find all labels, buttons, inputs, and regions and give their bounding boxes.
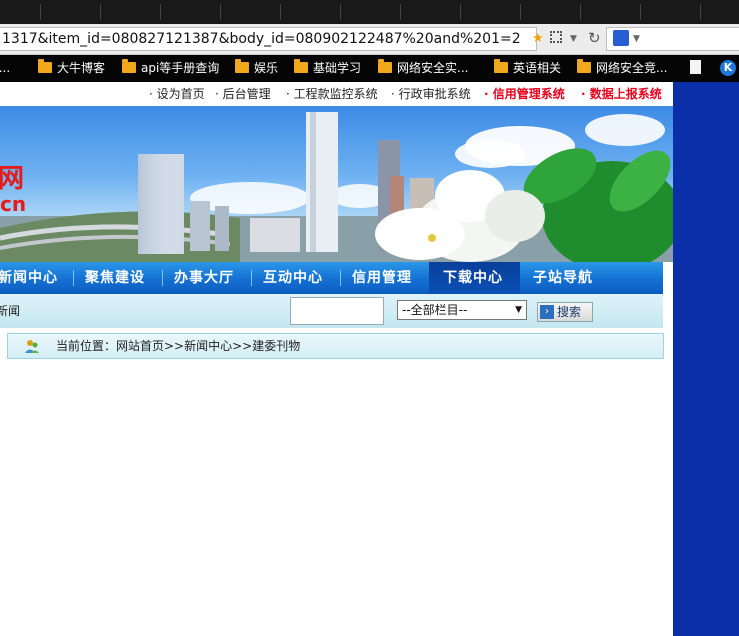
nav-item-subsites[interactable]: 子站导航 xyxy=(533,262,593,294)
banner-illustration xyxy=(0,112,673,262)
site-banner: 网 cn xyxy=(0,106,673,262)
bookmark-item[interactable]: 娱乐 xyxy=(235,59,278,77)
bookmark-item[interactable]: api等手册查询 xyxy=(122,59,219,77)
reload-icon[interactable]: ↻ xyxy=(588,30,601,46)
page-icon[interactable] xyxy=(690,60,701,74)
news-label[interactable]: 新闻 xyxy=(0,303,20,319)
column-select[interactable]: --全部栏目-- ▼ xyxy=(397,300,527,320)
nav-item-downloads[interactable]: 下载中心 xyxy=(443,262,503,294)
banner-logo-fragment: 网 xyxy=(0,164,25,194)
nav-item-interaction[interactable]: 互动中心 xyxy=(263,262,323,294)
right-side-panel xyxy=(673,82,739,636)
folder-icon xyxy=(122,59,136,73)
folder-icon xyxy=(235,59,249,73)
browser-tab-strip xyxy=(0,0,739,24)
top-link-row: · 设为首页 · 后台管理 · 工程款监控系统 · 行政审批系统 · 信用管理系… xyxy=(0,82,673,106)
browser-address-bar: 1317&item_id=080827121387&body_id=080902… xyxy=(0,24,739,55)
folder-icon xyxy=(294,59,308,73)
chevron-down-icon[interactable]: ▼ xyxy=(633,31,640,47)
folder-icon xyxy=(38,59,52,73)
search-button[interactable]: › 搜索 xyxy=(537,302,593,322)
data-report-link[interactable]: · 数据上报系统 xyxy=(581,86,662,102)
bookmark-item[interactable]: 网络安全实... xyxy=(378,59,468,77)
bookmarks-bar: t... 大牛博客 api等手册查询 娱乐 基础学习 网络安全实... 英语相关… xyxy=(0,55,739,82)
search-row: 新闻 --全部栏目-- ▼ › 搜索 xyxy=(0,294,663,328)
bookmark-partial[interactable]: t... xyxy=(0,60,10,77)
star-icon[interactable]: ★ xyxy=(532,31,544,47)
folder-icon xyxy=(378,59,392,73)
breadcrumb: 当前位置：网站首页>>新闻中心>>建委刊物 xyxy=(7,333,664,359)
folder-icon xyxy=(494,59,508,73)
banner-logo-domain: cn xyxy=(0,192,27,216)
nav-item-credit[interactable]: 信用管理 xyxy=(352,262,412,294)
search-input[interactable] xyxy=(290,297,384,325)
breadcrumb-text: 当前位置：网站首页>>新闻中心>>建委刊物 xyxy=(56,339,301,353)
bookmark-item[interactable]: 英语相关 xyxy=(494,59,561,77)
dropdown-arrow-icon[interactable]: ▼ xyxy=(570,31,577,47)
search-engine-box[interactable]: 🐾 ▼ xyxy=(606,27,739,51)
credit-system-link[interactable]: · 信用管理系统 xyxy=(484,86,565,102)
main-navigation: 新闻中心 聚焦建设 办事大厅 互动中心 信用管理 下载中心 子站导航 xyxy=(0,262,663,294)
nav-item-service-hall[interactable]: 办事大厅 xyxy=(174,262,234,294)
bookmark-item[interactable]: 网络安全竞... xyxy=(577,59,667,77)
admin-approval-link[interactable]: · 行政审批系统 xyxy=(391,86,471,102)
bookmark-item[interactable]: 基础学习 xyxy=(294,59,361,77)
admin-link[interactable]: · 后台管理 xyxy=(215,86,271,102)
arrow-right-icon: › xyxy=(540,305,554,319)
project-monitor-link[interactable]: · 工程款监控系统 xyxy=(286,86,378,102)
chevron-down-icon: ▼ xyxy=(515,305,522,315)
nav-item-news[interactable]: 新闻中心 xyxy=(0,262,58,294)
bookmark-item[interactable]: 大牛博客 xyxy=(38,59,105,77)
nav-item-focus[interactable]: 聚焦建设 xyxy=(85,262,145,294)
set-homepage-link[interactable]: · 设为首页 xyxy=(149,86,205,102)
folder-icon xyxy=(577,59,591,73)
k-extension-icon[interactable]: K xyxy=(720,60,736,76)
baidu-paw-icon: 🐾 xyxy=(613,30,629,46)
url-field[interactable]: 1317&item_id=080827121387&body_id=080902… xyxy=(0,27,537,51)
users-icon xyxy=(24,338,40,354)
qr-code-icon[interactable] xyxy=(550,31,562,43)
